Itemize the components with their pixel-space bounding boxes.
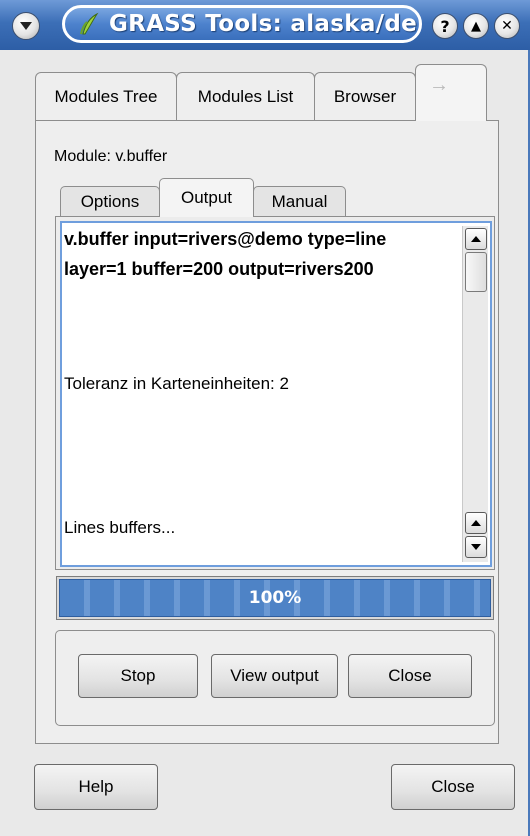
tab-modules-tree[interactable]: Modules Tree: [35, 72, 177, 120]
scroll-down-button[interactable]: [465, 536, 487, 558]
grass-leaf-icon: [79, 12, 99, 36]
close-button[interactable]: Close: [348, 654, 472, 698]
title-pill: GRASS Tools: alaska/demo: [62, 5, 422, 43]
title-bar[interactable]: GRASS Tools: alaska/demo ? ▲ ✕: [0, 0, 530, 50]
tab-manual[interactable]: Manual: [253, 186, 346, 216]
scroll-thumb[interactable]: [465, 252, 487, 292]
help-icon[interactable]: ?: [432, 13, 458, 39]
tab-output[interactable]: Output: [159, 178, 254, 217]
chevron-down-icon: [20, 22, 32, 30]
command-line: layer=1 buffer=200 output=rivers200: [64, 259, 374, 279]
tab-run[interactable]: →: [415, 64, 487, 121]
tab-browser[interactable]: Browser: [314, 72, 416, 120]
arrow-down-icon: [471, 544, 481, 550]
arrow-right-icon: →: [429, 73, 449, 96]
window-title: GRASS Tools: alaska/demo: [109, 11, 419, 37]
output-message: Lines buffers...: [64, 518, 176, 537]
view-output-button[interactable]: View output: [211, 654, 338, 698]
module-label: Module: v.buffer: [54, 148, 168, 165]
progress-bar: 100%: [56, 576, 494, 620]
scroll-up-button[interactable]: [465, 228, 487, 250]
arrow-up-icon: [471, 236, 481, 242]
help-button[interactable]: Help: [34, 764, 158, 810]
footer-close-button[interactable]: Close: [391, 764, 515, 810]
grass-tools-window: GRASS Tools: alaska/demo ? ▲ ✕ Modules T…: [0, 0, 530, 836]
tab-options[interactable]: Options: [60, 186, 160, 216]
vertical-scrollbar[interactable]: [462, 226, 488, 562]
window-menu-button[interactable]: [12, 12, 40, 40]
close-icon[interactable]: ✕: [494, 13, 520, 39]
stop-button[interactable]: Stop: [78, 654, 198, 698]
tab-modules-list[interactable]: Modules List: [176, 72, 315, 120]
output-message: Toleranz in Karteneinheiten: 2: [64, 374, 289, 393]
arrow-up-icon: [471, 520, 481, 526]
scroll-up-button[interactable]: [465, 512, 487, 534]
command-line: v.buffer input=rivers@demo type=line: [64, 229, 387, 249]
progress-text: 100%: [248, 588, 302, 608]
shade-icon[interactable]: ▲: [463, 13, 489, 39]
